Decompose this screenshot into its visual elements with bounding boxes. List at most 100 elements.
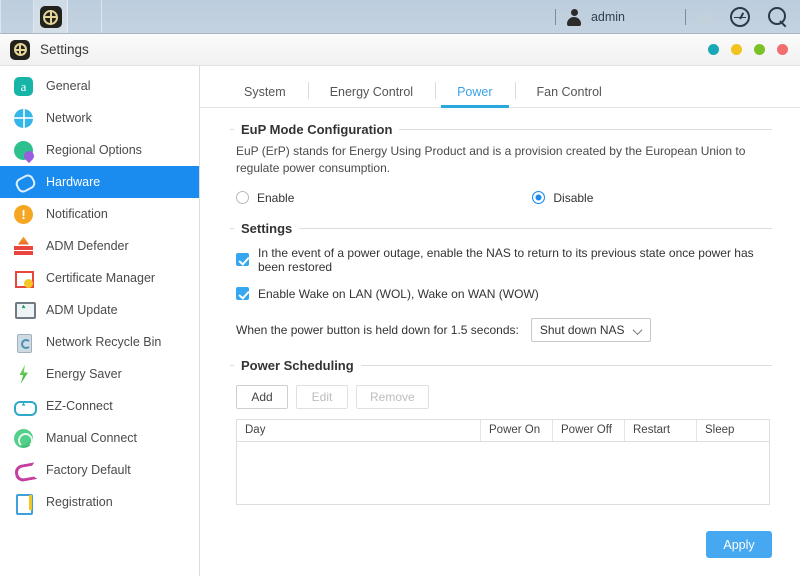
sidebar-item-label: Manual Connect [46, 431, 138, 445]
radio-unchecked-icon [236, 191, 249, 205]
general-icon [14, 76, 33, 96]
sidebar-item-label: Regional Options [46, 143, 142, 157]
topbar-divider-1 [554, 9, 556, 25]
settings-section: Settings In the event of a power outage,… [230, 220, 772, 354]
edit-button[interactable]: Edit [296, 384, 348, 409]
network-globe-icon [14, 108, 33, 128]
tab-system[interactable]: System [222, 76, 308, 107]
remove-button-label: Remove [370, 389, 415, 404]
settings-gear-icon [10, 39, 30, 60]
eup-disable-label: Disable [553, 190, 594, 205]
settings-gear-icon [39, 6, 62, 28]
settings-window: Settings General Network Regional Option… [0, 34, 800, 576]
sidebar-item-notification[interactable]: Notification [0, 198, 199, 230]
sidebar-item-registration[interactable]: Registration [0, 486, 199, 518]
wake-on-lan-option[interactable]: Enable Wake on LAN (WOL), Wake on WAN (W… [236, 287, 770, 301]
settings-content: System Energy Control Power Fan Control … [200, 66, 800, 576]
sidebar-item-label: General [46, 79, 91, 93]
factory-default-undo-icon [14, 461, 33, 480]
sidebar-item-regional-options[interactable]: Regional Options [0, 134, 199, 166]
search-icon[interactable] [768, 7, 788, 27]
power-button-action-select[interactable]: Shut down NAS [530, 317, 651, 342]
bell-icon[interactable] [696, 8, 714, 26]
sidebar-item-label: Energy Saver [46, 367, 122, 381]
regional-options-icon [14, 140, 33, 160]
taskbar-slot-empty [0, 0, 34, 34]
table-body-empty [237, 442, 769, 504]
tab-label: Fan Control [536, 84, 602, 99]
eup-section-legend: EuP Mode Configuration [241, 122, 393, 137]
window-close-button[interactable] [777, 44, 788, 55]
wake-on-lan-label: Enable Wake on LAN (WOL), Wake on WAN (W… [258, 286, 539, 301]
settings-sidebar: General Network Regional Options Hardwar… [0, 66, 200, 576]
add-button[interactable]: Add [236, 384, 288, 409]
sidebar-item-label: Hardware [46, 175, 101, 189]
add-button-label: Add [251, 389, 273, 404]
power-outage-restore-label: In the event of a power outage, enable t… [258, 245, 754, 274]
column-header-power-on[interactable]: Power On [481, 419, 553, 441]
taskbar-app-settings[interactable] [34, 0, 68, 34]
sidebar-item-label: Certificate Manager [46, 271, 156, 285]
sidebar-item-label: ADM Update [46, 303, 118, 317]
ez-connect-cloud-icon [14, 397, 37, 416]
power-button-action-value: Shut down NAS [539, 322, 625, 337]
sidebar-item-adm-update[interactable]: ADM Update [0, 294, 199, 326]
checkbox-checked-icon [236, 253, 249, 267]
sidebar-item-general[interactable]: General [0, 70, 199, 102]
column-header-day[interactable]: Day [237, 419, 481, 441]
eup-enable-label: Enable [257, 190, 295, 205]
sidebar-item-certificate-manager[interactable]: Certificate Manager [0, 262, 199, 294]
sidebar-item-hardware[interactable]: Hardware [0, 166, 199, 198]
power-button-hold-row: When the power button is held down for 1… [236, 317, 770, 342]
panel-footer: Apply [706, 531, 772, 558]
user-menu[interactable]: admin [566, 8, 625, 26]
eup-mode-section: EuP Mode Configuration EuP (ErP) stands … [230, 122, 772, 217]
window-maximize-button[interactable] [754, 44, 765, 55]
apply-button[interactable]: Apply [706, 531, 772, 558]
hardware-tabbar: System Energy Control Power Fan Control [200, 76, 800, 108]
network-recycle-bin-icon [14, 333, 33, 353]
sidebar-item-label: ADM Defender [46, 239, 129, 253]
sidebar-item-network-recycle-bin[interactable]: Network Recycle Bin [0, 326, 199, 358]
window-minimize-button[interactable] [731, 44, 742, 55]
radio-checked-icon [532, 191, 546, 205]
power-outage-restore-option[interactable]: In the event of a power outage, enable t… [236, 246, 770, 274]
chevron-down-icon [632, 324, 643, 335]
tab-label: Energy Control [329, 84, 414, 99]
certificate-manager-icon [14, 269, 34, 288]
sidebar-item-network[interactable]: Network [0, 102, 199, 134]
topbar-divider-2 [685, 9, 686, 25]
sidebar-item-energy-saver[interactable]: Energy Saver [0, 358, 199, 390]
power-scheduling-legend: Power Scheduling [241, 357, 354, 373]
taskbar-slot-empty-2 [68, 0, 102, 34]
tab-label: System [244, 84, 286, 99]
eup-description: EuP (ErP) stands for Energy Using Produc… [236, 144, 746, 176]
column-header-sleep[interactable]: Sleep [697, 420, 769, 441]
column-header-power-off[interactable]: Power Off [553, 419, 625, 441]
column-header-restart[interactable]: Restart [625, 419, 697, 441]
sidebar-item-manual-connect[interactable]: Manual Connect [0, 422, 199, 454]
dashboard-gauge-icon[interactable] [730, 7, 750, 27]
topbar-right-group: admin [545, 0, 800, 34]
window-pin-button[interactable] [708, 44, 719, 55]
power-scheduling-toolbar: Add Edit Remove [236, 384, 770, 409]
table-header-row: Day Power On Power Off Restart Sleep [237, 419, 769, 442]
power-schedule-table: Day Power On Power Off Restart Sleep [236, 418, 770, 505]
tab-fan-control[interactable]: Fan Control [514, 76, 624, 107]
hardware-icon [14, 173, 33, 192]
sidebar-item-ez-connect[interactable]: EZ-Connect [0, 390, 199, 422]
sidebar-item-adm-defender[interactable]: ADM Defender [0, 230, 199, 262]
eup-disable-option[interactable]: Disable [532, 191, 593, 205]
window-titlebar[interactable]: Settings [0, 34, 800, 66]
sidebar-item-factory-default[interactable]: Factory Default [0, 454, 199, 486]
energy-saver-bolt-icon [14, 365, 33, 384]
desktop-taskbar: admin [0, 0, 800, 34]
eup-enable-option[interactable]: Enable [236, 191, 294, 205]
tab-power[interactable]: Power [435, 76, 514, 108]
tab-energy-control[interactable]: Energy Control [307, 76, 435, 107]
tab-label: Power [457, 84, 493, 99]
remove-button[interactable]: Remove [356, 384, 429, 409]
power-button-hold-label: When the power button is held down for 1… [236, 322, 519, 337]
power-panel: EuP Mode Configuration EuP (ErP) stands … [200, 108, 800, 576]
window-title: Settings [40, 42, 89, 57]
